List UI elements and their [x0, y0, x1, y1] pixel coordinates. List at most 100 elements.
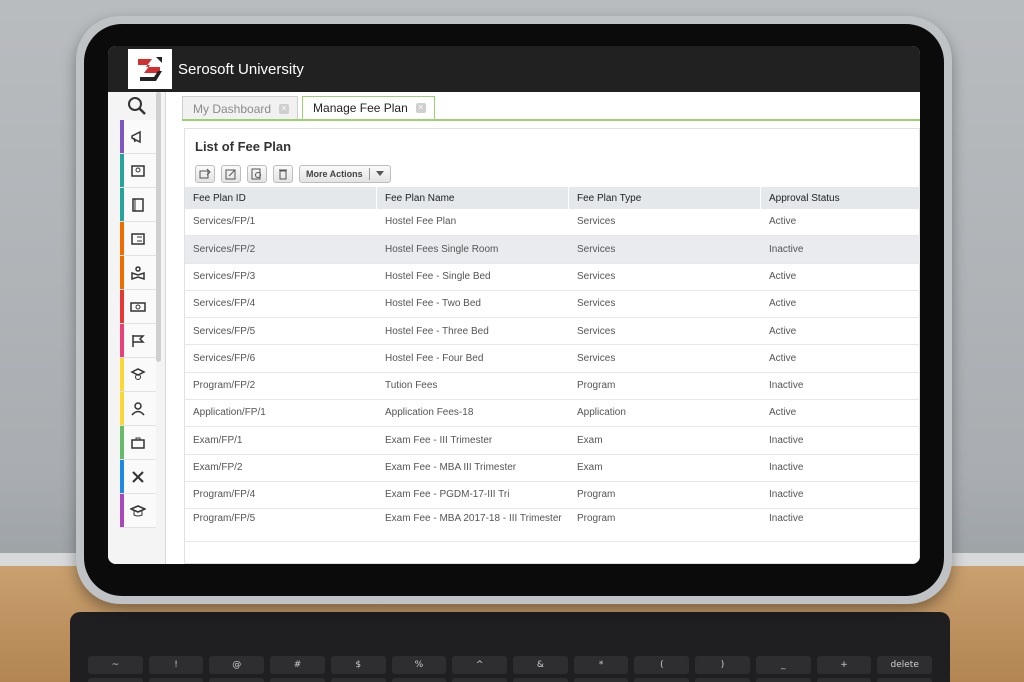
column-header-fee-plan-type[interactable]: Fee Plan Type — [569, 187, 761, 209]
edit-button[interactable] — [221, 165, 241, 183]
reading-icon — [131, 265, 145, 280]
view-button[interactable] — [247, 165, 267, 183]
sidebar-color-stripe — [120, 256, 124, 289]
id-card-icon — [131, 164, 145, 177]
table-row[interactable]: Application/FP/1 Application Fees-18 Appli… — [185, 400, 920, 428]
close-icon[interactable]: × — [279, 103, 290, 114]
cell-approval-status: Active — [769, 352, 797, 364]
tools-icon — [132, 470, 144, 483]
keyboard-key: Y — [452, 678, 508, 682]
keyboard-key: * — [573, 656, 629, 674]
keyboard-key: _ — [755, 656, 811, 674]
cell-approval-status: Active — [769, 407, 797, 419]
cell-fee-plan-id: Program/FP/4 — [193, 489, 256, 501]
table-row[interactable]: Program/FP/4 Exam Fee - PGDM-17-III Tri Pr… — [185, 482, 920, 510]
keyboard-key: ) — [695, 656, 750, 674]
table-row[interactable]: Program/FP/2 Tution Fees Program Inactive — [185, 373, 920, 401]
keyboard-key: W — [209, 678, 265, 682]
sidebar-item-flag[interactable] — [120, 324, 156, 358]
chevron-down-icon — [375, 171, 384, 176]
cell-fee-plan-id: Application/FP/1 — [193, 407, 266, 419]
table-row[interactable]: Services/FP/1 Hostel Fee Plan Services Acti… — [185, 209, 920, 237]
keyboard-key: T — [391, 678, 447, 682]
cell-fee-plan-name: Exam Fee - III Trimester — [385, 434, 493, 446]
table-row[interactable]: Exam/FP/1 Exam Fee - III Trimester Exam Ina… — [185, 427, 920, 455]
graduate-icon — [130, 367, 146, 380]
keyboard-key: ( — [634, 656, 690, 674]
cell-approval-status: Inactive — [769, 489, 804, 501]
keyboard-key: delete — [877, 656, 933, 674]
table-row[interactable]: Services/FP/6 Hostel Fee - Four Bed Servic… — [185, 345, 920, 373]
column-header-fee-plan-name[interactable]: Fee Plan Name — [377, 187, 569, 209]
tab-manage-fee-plan[interactable]: Manage Fee Plan × — [302, 96, 435, 120]
more-actions-label: More Actions — [306, 169, 363, 179]
add-record-icon — [199, 168, 211, 179]
sidebar-color-stripe — [120, 426, 124, 459]
keyboard-key: I — [573, 678, 629, 682]
app-header: Serosoft University — [108, 46, 920, 92]
sidebar-item-reading[interactable] — [120, 256, 156, 290]
app-screen: Serosoft University My Dashboard × Manag… — [108, 46, 920, 564]
cell-approval-status: Active — [769, 270, 797, 282]
sidebar-item-checklist[interactable] — [120, 222, 156, 256]
sidebar-item-id-card[interactable] — [120, 154, 156, 188]
table-row[interactable]: Services/FP/3 Hostel Fee - Single Bed Serv… — [185, 264, 920, 291]
keyboard-key: O — [634, 678, 690, 682]
fee-plan-table: Fee Plan ID Fee Plan Name Fee Plan Type … — [185, 187, 920, 543]
cell-fee-plan-type: Services — [577, 216, 616, 228]
table-row[interactable]: Services/FP/5 Hostel Fee - Three Bed Servi… — [185, 318, 920, 346]
column-header-approval-status[interactable]: Approval Status — [761, 187, 920, 209]
sidebar-item-megaphone[interactable] — [120, 120, 156, 154]
sidebar-item-book[interactable] — [120, 188, 156, 222]
table-row[interactable]: Services/FP/2 Hostel Fees Single Room Serv… — [185, 236, 920, 264]
keyboard-key: ! — [148, 656, 204, 674]
keyboard-key: ^ — [452, 656, 508, 674]
cell-fee-plan-type: Services — [577, 243, 616, 255]
keyboard-row-1: ~! @ # $% ^ & * () _ + delete — [88, 656, 933, 674]
book-icon — [132, 197, 144, 212]
sidebar-item-tools[interactable] — [120, 460, 156, 494]
table-row[interactable]: Exam/FP/2 Exam Fee - MBA III Trimester Exa… — [185, 455, 920, 482]
sidebar-item-briefcase[interactable] — [120, 426, 156, 460]
megaphone-icon — [131, 130, 141, 143]
sidebar-color-stripe — [120, 392, 124, 425]
keyboard-key: # — [270, 656, 325, 674]
serosoft-logo[interactable] — [128, 49, 172, 89]
briefcase-icon — [131, 437, 145, 449]
graduation-cap-icon — [130, 504, 146, 516]
tab-underline — [182, 119, 920, 121]
column-header-fee-plan-id[interactable]: Fee Plan ID — [185, 187, 377, 209]
table-row[interactable]: Program/FP/5 Exam Fee - MBA 2017-18 - III… — [185, 509, 920, 543]
cell-fee-plan-type: Services — [577, 325, 616, 337]
cell-fee-plan-id: Services/FP/5 — [193, 325, 256, 337]
table-row[interactable]: Services/FP/4 Hostel Fee - Two Bed Service… — [185, 291, 920, 319]
sidebar-item-money[interactable] — [120, 290, 156, 324]
cell-fee-plan-name: Hostel Fees Single Room — [385, 243, 499, 255]
tab-bar: My Dashboard × Manage Fee Plan × — [182, 96, 435, 120]
cell-fee-plan-id: Program/FP/5 — [193, 513, 256, 525]
keyboard-key: U — [513, 678, 568, 682]
more-actions-button[interactable]: More Actions — [299, 165, 391, 183]
sidebar-color-stripe — [120, 222, 124, 255]
cell-fee-plan-id: Exam/FP/1 — [193, 434, 243, 446]
flag-icon — [132, 334, 145, 347]
toolbar: More Actions — [195, 165, 391, 183]
tab-my-dashboard[interactable]: My Dashboard × — [182, 96, 299, 120]
sidebar-item-employee[interactable] — [120, 392, 156, 426]
delete-button[interactable] — [273, 165, 293, 183]
cell-fee-plan-id: Program/FP/2 — [193, 380, 256, 392]
cell-fee-plan-type: Services — [577, 298, 616, 310]
fee-plan-panel: List of Fee Plan More Actions Fee Plan I… — [184, 128, 920, 564]
cell-fee-plan-type: Program — [577, 489, 616, 501]
keyboard-key: + — [816, 656, 872, 674]
add-button[interactable] — [195, 165, 215, 183]
employee-icon — [131, 401, 145, 416]
sidebar-item-graduation-cap[interactable] — [120, 494, 156, 528]
keyboard-key: % — [391, 656, 447, 674]
cell-fee-plan-type: Exam — [577, 462, 603, 474]
cell-fee-plan-id: Services/FP/6 — [193, 352, 256, 364]
cell-approval-status: Inactive — [769, 243, 804, 255]
sidebar-scrollbar[interactable] — [156, 92, 161, 362]
sidebar-item-graduate[interactable] — [120, 358, 156, 392]
close-icon[interactable]: × — [415, 102, 426, 113]
